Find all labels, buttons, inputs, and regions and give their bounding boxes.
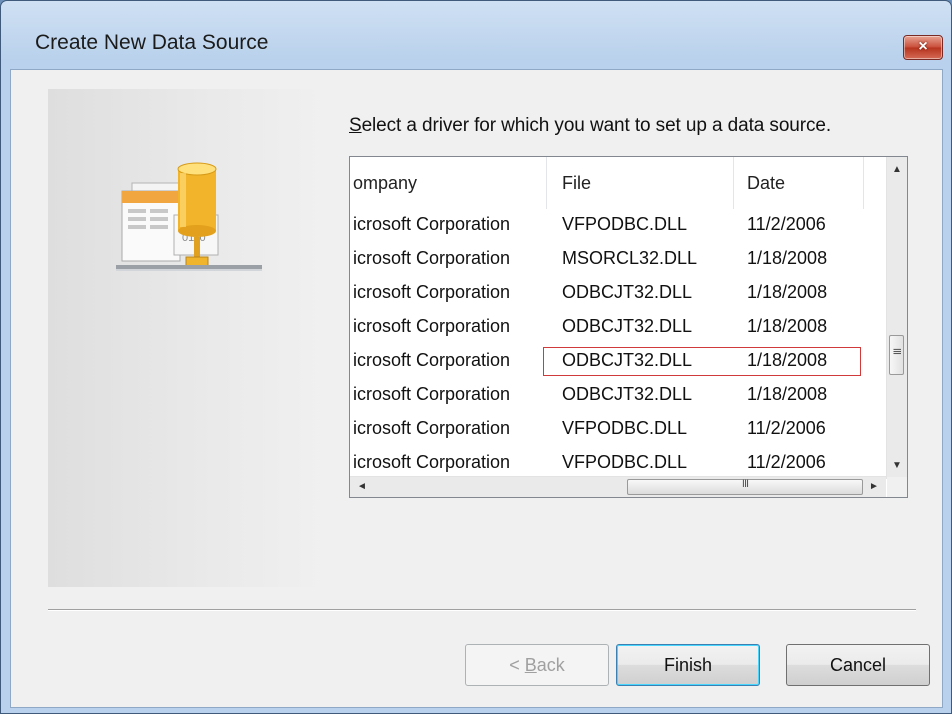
date-cell: 1/18/2008: [747, 316, 828, 336]
scrollbar-corner: [887, 477, 907, 497]
grip-icon: III: [741, 478, 749, 490]
file-cell: ODBCJT32.DLL: [562, 316, 693, 336]
vertical-scrollbar[interactable]: ▲ III ▼: [886, 157, 907, 479]
table-row[interactable]: icrosoft Corporation VFPODBC.DLL 11/2/20…: [350, 209, 886, 242]
vertical-scroll-thumb[interactable]: III: [889, 335, 904, 375]
column-header-file[interactable]: File: [562, 157, 591, 209]
date-cell: 1/18/2008: [747, 248, 828, 268]
table-row[interactable]: icrosoft Corporation ODBCJT32.DLL 1/18/2…: [350, 379, 886, 412]
table-row[interactable]: icrosoft Corporation ODBCJT32.DLL 1/18/2…: [350, 311, 886, 344]
column-separator[interactable]: [863, 157, 864, 209]
scroll-down-arrow-icon[interactable]: ▼: [887, 457, 907, 475]
date-cell: 1/18/2008: [747, 384, 828, 404]
back-accelerator: B: [524, 655, 537, 675]
file-cell: MSORCL32.DLL: [562, 248, 698, 268]
column-separator[interactable]: [546, 157, 547, 209]
company-cell: icrosoft Corporation: [353, 452, 511, 472]
scroll-up-arrow-icon[interactable]: ▲: [887, 161, 907, 179]
date-cell: 11/2/2006: [747, 214, 826, 234]
column-separator[interactable]: [733, 157, 734, 209]
table-row-highlighted[interactable]: icrosoft Corporation ODBCJT32.DLL 1/18/2…: [350, 345, 886, 378]
finish-button[interactable]: Finish: [616, 644, 760, 686]
file-cell: ODBCJT32.DLL: [562, 350, 693, 370]
cancel-button[interactable]: Cancel: [786, 644, 930, 686]
scroll-right-arrow-icon[interactable]: ►: [864, 477, 884, 497]
company-cell: icrosoft Corporation: [353, 248, 511, 268]
column-header-company[interactable]: ompany: [353, 157, 417, 209]
back-prefix: <: [509, 655, 525, 675]
dialog-title: Create New Data Source: [35, 31, 269, 54]
file-cell: VFPODBC.DLL: [562, 452, 688, 472]
driver-list[interactable]: ompany File Date icrosoft Corporation VF…: [349, 156, 908, 498]
table-row[interactable]: icrosoft Corporation VFPODBC.DLL 11/2/20…: [350, 413, 886, 446]
wizard-side-panel: 0110: [48, 89, 324, 587]
list-header: ompany File Date: [350, 157, 886, 209]
create-data-source-dialog: Create New Data Source × 0110 Select a d…: [0, 0, 952, 714]
instruction-accelerator: S: [349, 115, 362, 136]
file-cell: ODBCJT32.DLL: [562, 282, 693, 302]
table-row[interactable]: icrosoft Corporation ODBCJT32.DLL 1/18/2…: [350, 277, 886, 310]
instruction-label: elect a driver for which you want to set…: [361, 115, 832, 136]
date-cell: 1/18/2008: [747, 350, 828, 370]
close-icon: ×: [918, 38, 928, 55]
horizontal-scroll-thumb[interactable]: III: [627, 478, 863, 495]
table-row[interactable]: icrosoft Corporation MSORCL32.DLL 1/18/2…: [350, 243, 886, 276]
company-cell: icrosoft Corporation: [353, 418, 511, 438]
company-cell: icrosoft Corporation: [353, 316, 511, 336]
file-cell: VFPODBC.DLL: [562, 214, 688, 234]
file-cell: ODBCJT32.DLL: [562, 384, 693, 404]
file-cell: VFPODBC.DLL: [562, 418, 688, 438]
company-cell: icrosoft Corporation: [353, 384, 511, 404]
instruction-text: Select a driver for which you want to se…: [349, 115, 831, 137]
grip-icon: III: [890, 347, 903, 355]
horizontal-scrollbar[interactable]: ◄ III ►: [350, 476, 886, 497]
date-cell: 11/2/2006: [747, 452, 826, 472]
company-cell: icrosoft Corporation: [353, 214, 511, 234]
date-cell: 11/2/2006: [747, 418, 826, 438]
company-cell: icrosoft Corporation: [353, 350, 511, 370]
back-button[interactable]: < Back: [465, 644, 609, 686]
database-network-icon: 0110: [116, 162, 262, 271]
date-cell: 1/18/2008: [747, 282, 828, 302]
dialog-body: 0110 Select a driver for which you want …: [10, 69, 943, 708]
scroll-left-arrow-icon[interactable]: ◄: [352, 477, 372, 497]
close-button[interactable]: ×: [903, 35, 943, 60]
separator-line: [48, 609, 916, 611]
company-cell: icrosoft Corporation: [353, 282, 511, 302]
column-header-date[interactable]: Date: [747, 157, 785, 209]
back-label: ack: [536, 655, 565, 675]
